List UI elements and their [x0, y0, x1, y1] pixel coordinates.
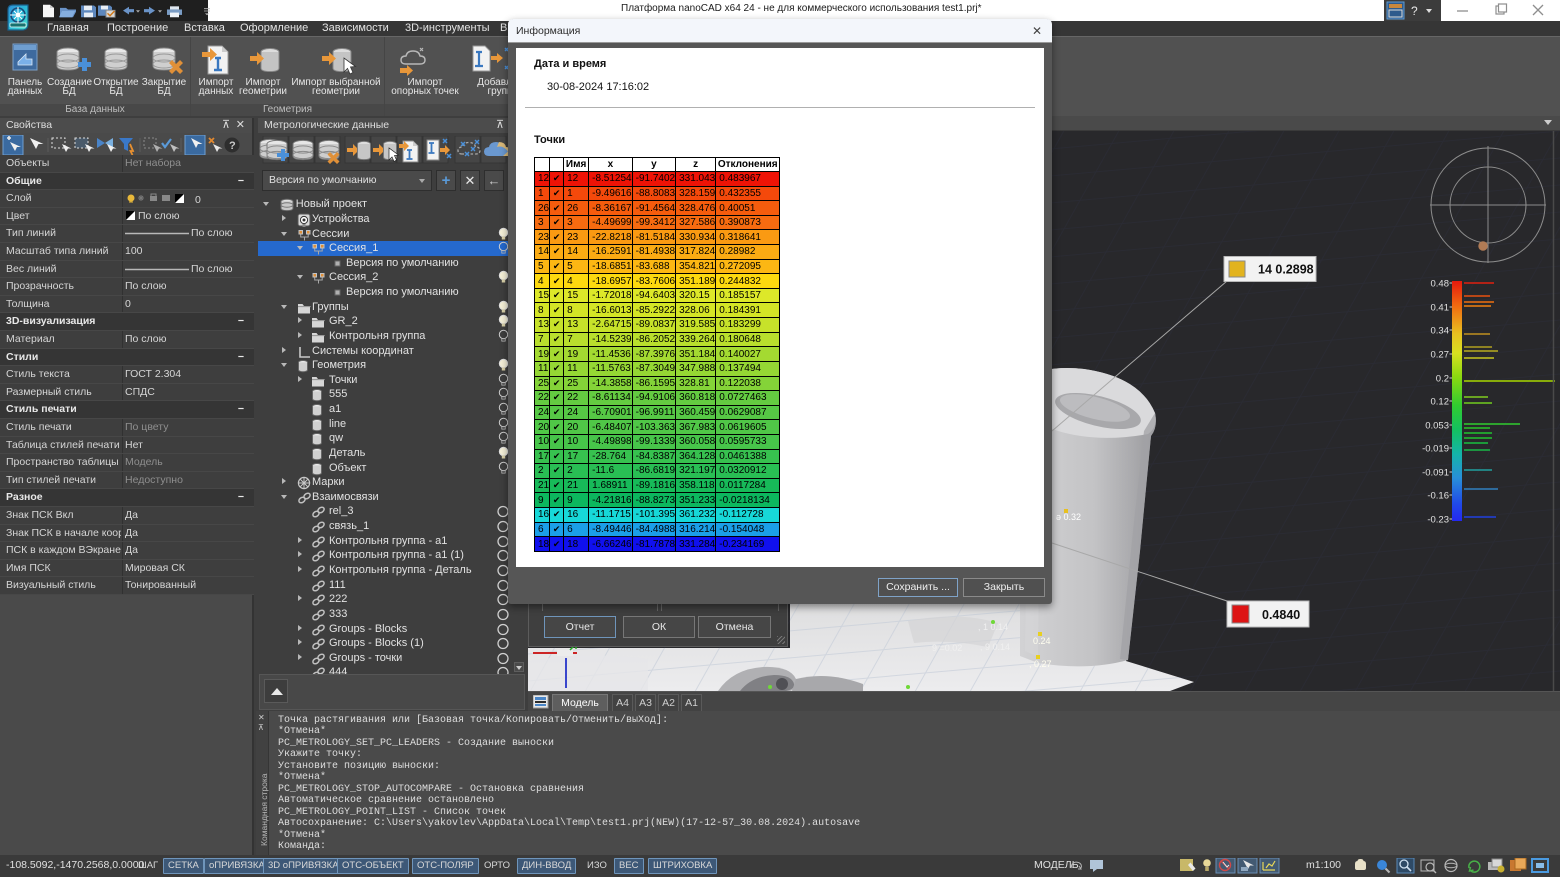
- svg-text:0.27: 0.27: [1431, 350, 1450, 361]
- svg-text:?: ?: [229, 140, 236, 152]
- svg-text:-0.16: -0.16: [1427, 491, 1449, 502]
- svg-text:0.34: 0.34: [1431, 326, 1450, 337]
- svg-text:-0.23: -0.23: [1427, 515, 1449, 526]
- svg-text:0.48: 0.48: [1431, 279, 1450, 290]
- svg-text:9 =0.02: 9 =0.02: [932, 643, 962, 653]
- svg-text:, 9 0.14: , 9 0.14: [980, 642, 1010, 652]
- svg-text:, 0.27: , 0.27: [1029, 659, 1052, 669]
- svg-text:0.41: 0.41: [1431, 303, 1450, 314]
- svg-text:-0.019: -0.019: [1422, 444, 1449, 455]
- svg-text:0.12: 0.12: [1431, 397, 1450, 408]
- svg-text:0.24: 0.24: [1033, 636, 1051, 646]
- svg-text:0.4840: 0.4840: [1262, 608, 1300, 622]
- svg-text:0.2: 0.2: [1436, 374, 1449, 385]
- svg-text:0.053: 0.053: [1425, 421, 1449, 432]
- svg-text:14 0.2898: 14 0.2898: [1258, 263, 1314, 277]
- svg-text:ә 0.32: ә 0.32: [1056, 512, 1081, 522]
- svg-text:?: ?: [1411, 4, 1418, 18]
- svg-text:-0.091: -0.091: [1422, 468, 1449, 479]
